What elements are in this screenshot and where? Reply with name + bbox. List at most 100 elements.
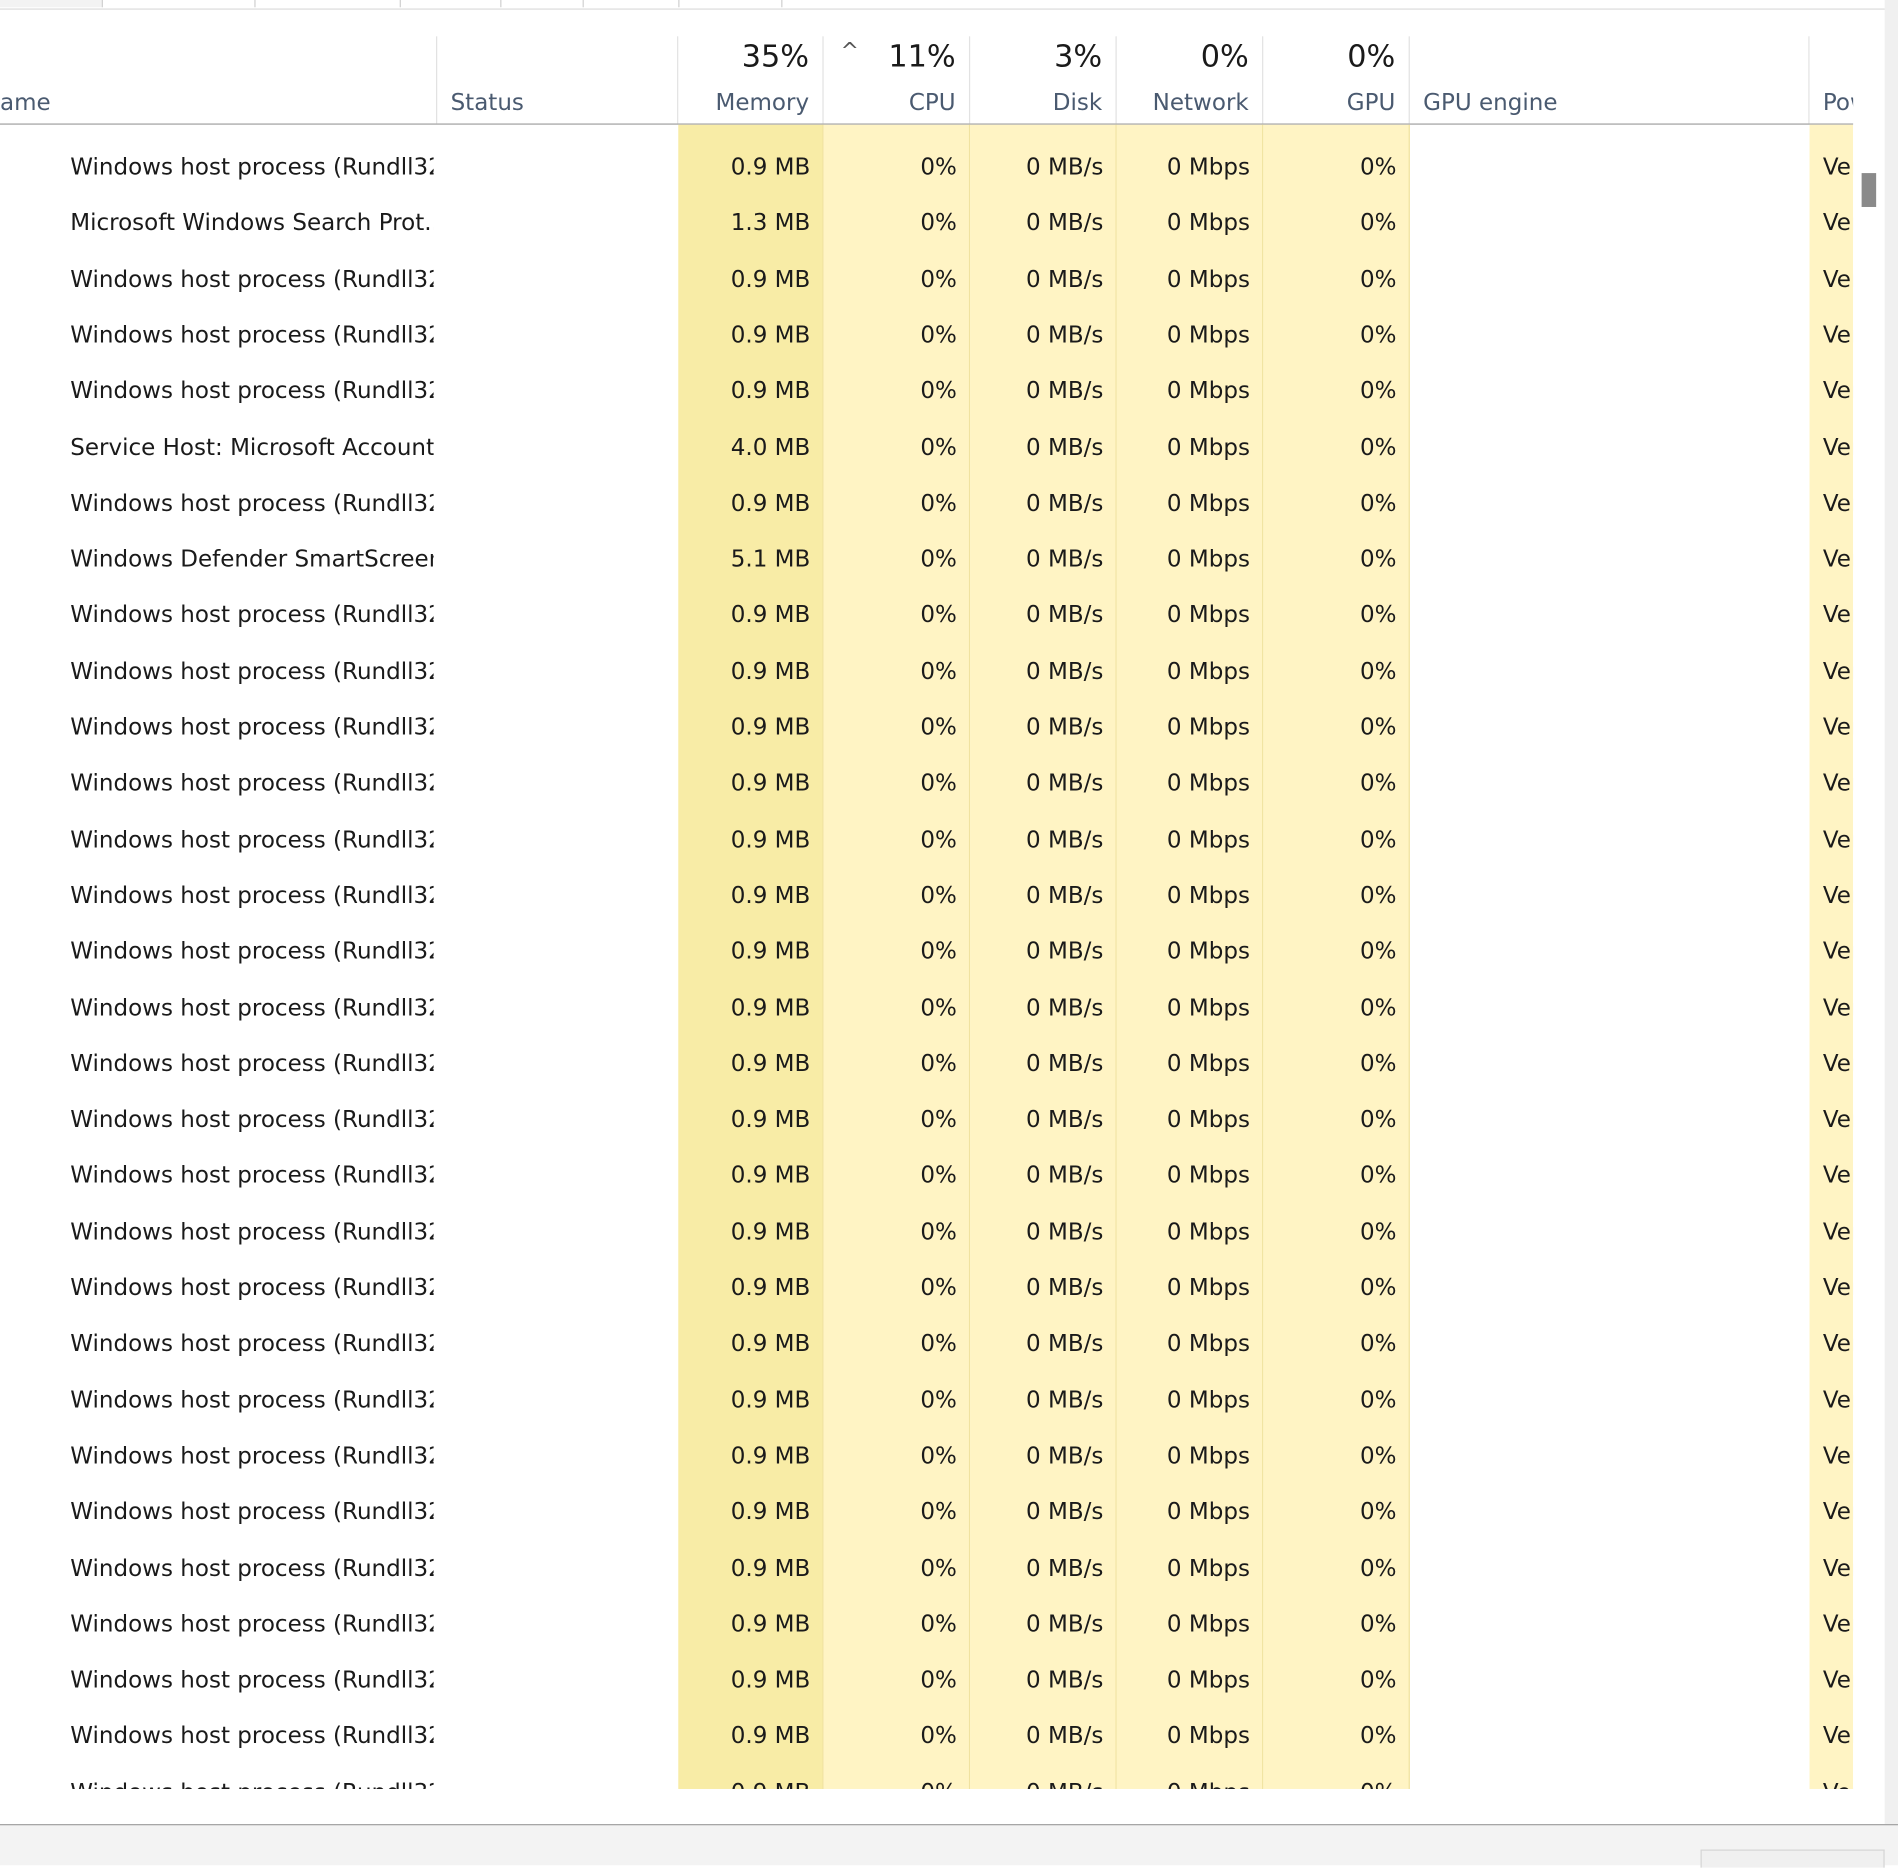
power-usage-value: Ver: [1822, 1610, 1853, 1638]
table-row[interactable]: Windows host process (Rundll32) 0.9 MB 0% 0…: [0, 588, 1853, 644]
process-name: Windows host process (Rundll32): [70, 714, 434, 741]
network-value: 0 Mbps: [1166, 1274, 1250, 1302]
process-name: Windows host process (Rundll32): [70, 1764, 433, 1789]
sort-ascending-icon: ^: [840, 38, 859, 65]
cpu-value: 0%: [920, 994, 957, 1021]
table-row[interactable]: Windows host process (Rundll32) 0.9 MB 0% 0…: [0, 756, 1853, 812]
column-header-gpu[interactable]: 0% GPU: [1263, 36, 1410, 124]
column-header-network[interactable]: 0% Network: [1117, 36, 1264, 124]
memory-value: 0.9 MB: [730, 1162, 811, 1190]
tab-details[interactable]: [583, 0, 680, 8]
gpu-value: 0%: [1359, 602, 1397, 629]
process-name: Windows host process (Rundll32): [70, 265, 434, 293]
process-name: Windows host process (Rundll32): [70, 882, 434, 909]
scrollbar-thumb[interactable]: [1861, 173, 1877, 207]
tab-services[interactable]: [678, 0, 783, 8]
gpu-value: 0%: [1359, 994, 1397, 1021]
table-row[interactable]: Microsoft Windows Search Prot... 1.3 MB 0%…: [0, 195, 1853, 251]
vertical-scrollbar[interactable]: [1853, 124, 1880, 1789]
table-row[interactable]: Windows host process (Rundll32) 0.9 MB 0% 0…: [0, 1260, 1853, 1316]
network-value: 0 Mbps: [1166, 1442, 1250, 1470]
table-row[interactable]: Windows host process (Rundll32) 0.9 MB 0% 0…: [0, 1092, 1853, 1148]
table-row[interactable]: Windows host process (Rundll32) 0.9 MB 0% 0…: [0, 1428, 1853, 1484]
column-header-memory[interactable]: 35% Memory: [678, 36, 824, 124]
table-row[interactable]: Windows host process (Rundll32) 0.9 MB 0% 0…: [0, 812, 1853, 868]
table-row[interactable]: Windows host process (Rundll32) 0.9 MB 0% 0…: [0, 363, 1853, 419]
tab-app-history[interactable]: [254, 0, 401, 8]
memory-value: 0.9 MB: [730, 321, 811, 349]
table-row[interactable]: Windows host process (Rundll32) 0.9 MB 0% 0…: [0, 1036, 1853, 1092]
cpu-value: 0%: [920, 826, 957, 853]
column-header-status[interactable]: Status: [437, 36, 679, 124]
gpu-value: 0%: [1359, 209, 1397, 237]
column-header-disk[interactable]: 3% Disk: [970, 36, 1117, 124]
cpu-value: 0%: [920, 321, 957, 349]
table-row[interactable]: Windows host process (Rundll32) 0.9 MB 0% 0…: [0, 1708, 1853, 1764]
table-row[interactable]: Windows Defender SmartScreen 5.1 MB 0% 0 MB…: [0, 531, 1853, 587]
power-usage-value: Ver: [1822, 1386, 1853, 1414]
table-row[interactable]: Windows host process (Rundll32) 0.9 MB 0% 0…: [0, 1484, 1853, 1540]
power-usage-value: Ver: [1822, 209, 1853, 237]
memory-value: 0.9 MB: [730, 882, 811, 909]
window-right-edge: [1884, 0, 1898, 1865]
network-value: 0 Mbps: [1166, 938, 1250, 965]
gpu-value: 0%: [1359, 882, 1397, 909]
column-header-power[interactable]: Power: [1810, 36, 1853, 123]
memory-value: 0.9 MB: [730, 938, 811, 965]
power-usage-value: Ver: [1822, 826, 1853, 853]
memory-value: 0.9 MB: [730, 1050, 811, 1078]
tab-performance[interactable]: [102, 0, 256, 8]
cpu-value: 0%: [920, 658, 957, 685]
tab-users[interactable]: [500, 0, 584, 8]
table-row[interactable]: Windows host process (Rundll32) 0.9 MB 0% 0…: [0, 1764, 1853, 1789]
table-row[interactable]: Windows host process (Rundll32) 0.9 MB 0% 0…: [0, 307, 1853, 363]
table-row[interactable]: Windows host process (Rundll32) 0.9 MB 0% 0…: [0, 1204, 1853, 1260]
end-task-button[interactable]: [1700, 1849, 1885, 1868]
table-row[interactable]: Windows host process (Rundll32) 0.9 MB 0% 0…: [0, 644, 1853, 700]
process-name: Service Host: Microsoft Account...: [70, 433, 434, 461]
power-usage-value: Ver: [1822, 265, 1853, 293]
column-header-name[interactable]: ame: [0, 36, 438, 124]
table-row[interactable]: Windows host process (Rundll32) 0.9 MB 0% 0…: [0, 1540, 1853, 1596]
table-row[interactable]: Windows host process (Rundll32) 0.9 MB 0% 0…: [0, 980, 1853, 1036]
table-row[interactable]: Windows host process (Rundll32) 0.9 MB 0% 0…: [0, 1148, 1853, 1204]
process-name: Windows host process (Rundll32): [70, 1162, 434, 1190]
cpu-value: 0%: [920, 602, 957, 629]
tab-processes[interactable]: [0, 0, 103, 8]
process-name: Windows host process (Rundll32): [70, 321, 434, 349]
table-row[interactable]: Windows host process (Rundll32) 0.9 MB 0% 0…: [0, 1596, 1853, 1652]
memory-value: 0.9 MB: [730, 265, 811, 293]
network-value: 0 Mbps: [1166, 1722, 1250, 1750]
power-usage-value: Ver: [1822, 1106, 1853, 1134]
cpu-value: 0%: [920, 1050, 957, 1078]
table-row[interactable]: Windows host process (Rundll32) 0.9 MB 0% 0…: [0, 924, 1853, 980]
gpu-value: 0%: [1359, 489, 1397, 517]
cpu-total-percent: 11%: [888, 38, 956, 74]
power-usage-value: Ver: [1822, 1666, 1853, 1694]
network-value: 0 Mbps: [1166, 377, 1250, 405]
column-header-cpu[interactable]: ^ 11% CPU: [824, 36, 971, 124]
table-row[interactable]: Service Host: Microsoft Account... 4.0 MB…: [0, 419, 1853, 475]
memory-value: 0.9 MB: [730, 994, 811, 1021]
disk-value: 0 MB/s: [1026, 265, 1104, 293]
process-name: Windows Defender SmartScreen: [70, 546, 434, 573]
tab-startup[interactable]: [400, 0, 502, 8]
process-name: Windows host process (Rundll32): [70, 1218, 434, 1246]
table-row[interactable]: Windows host process (Rundll32) 0.9 MB 0% 0…: [0, 1372, 1853, 1428]
table-row[interactable]: Windows host process (Rundll32) 0.9 MB 0% 0…: [0, 251, 1853, 307]
column-header-gpu-engine[interactable]: GPU engine: [1410, 36, 1810, 124]
disk-value: 0 MB/s: [1026, 714, 1104, 741]
table-row[interactable]: Windows host process (Rundll32) 0.9 MB 0% 0…: [0, 475, 1853, 531]
table-row[interactable]: Windows host process (Rundll32) 0.9 MB 0% 0…: [0, 1652, 1853, 1708]
memory-value: 0.9 MB: [730, 1442, 811, 1470]
network-value: 0 Mbps: [1117, 1764, 1250, 1789]
table-row[interactable]: Windows host process (Rundll32) 0.9 MB 0% 0…: [0, 868, 1853, 924]
cpu-value: 0%: [920, 770, 957, 797]
table-row[interactable]: Windows host process (Rundll32) 0.9 MB 0% 0…: [0, 139, 1853, 195]
network-value: 0 Mbps: [1166, 714, 1250, 741]
gpu-value: 0%: [1359, 1722, 1397, 1750]
power-usage-value: Ver: [1822, 433, 1853, 461]
table-row[interactable]: Windows host process (Rundll32) 0.9 MB 0% 0…: [0, 700, 1853, 756]
table-row[interactable]: Windows host process (Rundll32) 0.9 MB 0% 0…: [0, 1316, 1853, 1372]
memory-value: 0.9 MB: [730, 602, 811, 629]
